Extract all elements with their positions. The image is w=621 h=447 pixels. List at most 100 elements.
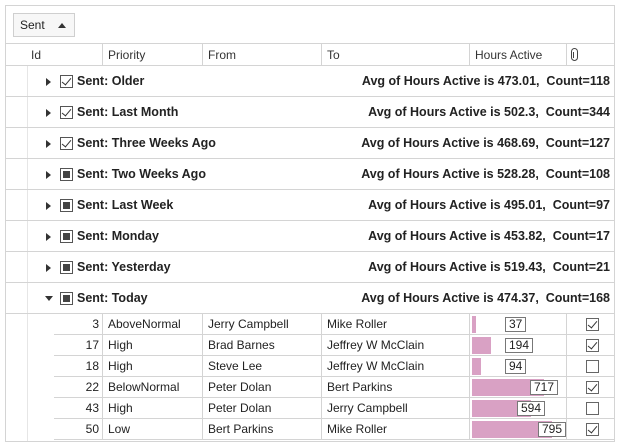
group-chip-label: Sent (20, 18, 45, 32)
group-row[interactable]: Sent: Yesterday Avg of Hours Active is 51… (6, 252, 614, 283)
table-row[interactable]: 3 AboveNormal Jerry Campbell Mike Roller 37 (54, 314, 614, 335)
group-row[interactable]: Sent: Older Avg of Hours Active is 473.01… (6, 66, 614, 97)
column-header-attachment[interactable] (566, 44, 614, 66)
group-checkbox[interactable] (60, 75, 73, 88)
group-label: Sent: Last Month (77, 105, 179, 119)
column-header-id[interactable]: Id (26, 44, 103, 66)
cell-from[interactable]: Steve Lee (202, 356, 321, 376)
attachment-checkbox[interactable] (586, 402, 599, 415)
attachment-checkbox[interactable] (586, 339, 599, 352)
cell-hours-active[interactable]: 594 (469, 398, 566, 418)
group-summary: Avg of Hours Active is 474.37, Count=168 (361, 291, 610, 305)
cell-from[interactable]: Peter Dolan (202, 377, 321, 397)
table-row[interactable]: 18 High Steve Lee Jeffrey W McClain 94 (54, 356, 614, 377)
group-summary: Avg of Hours Active is 473.01, Count=118 (361, 74, 610, 88)
group-row[interactable]: Sent: Three Weeks Ago Avg of Hours Active… (6, 128, 614, 159)
hours-value: 94 (505, 359, 527, 374)
group-row[interactable]: Sent: Today Avg of Hours Active is 474.37… (6, 283, 614, 314)
cell-to[interactable]: Jerry Campbell (321, 398, 469, 418)
column-header-to-label: To (327, 48, 340, 62)
cell-id[interactable]: 18 (54, 356, 102, 376)
expand-arrow-icon[interactable] (46, 78, 51, 86)
group-checkbox[interactable] (60, 261, 73, 274)
group-summary: Avg of Hours Active is 453.82, Count=17 (368, 229, 610, 243)
cell-attachment (566, 377, 614, 397)
table-row[interactable]: 17 High Brad Barnes Jeffrey W McClain 194 (54, 335, 614, 356)
cell-hours-active[interactable]: 717 (469, 377, 566, 397)
group-row[interactable]: Sent: Monday Avg of Hours Active is 453.8… (6, 221, 614, 252)
group-checkbox[interactable] (60, 230, 73, 243)
table-row[interactable]: 22 BelowNormal Peter Dolan Bert Parkins 717 (54, 377, 614, 398)
cell-from[interactable]: Jerry Campbell (202, 314, 321, 334)
data-grid: Sent Id Priority From To Hours Active Se… (5, 5, 615, 442)
cell-to[interactable]: Bert Parkins (321, 377, 469, 397)
cell-to[interactable]: Jeffrey W McClain (321, 335, 469, 355)
sort-ascending-icon[interactable] (58, 23, 66, 28)
column-header-from[interactable]: From (202, 44, 321, 66)
paperclip-icon (571, 48, 578, 61)
group-checkbox[interactable] (60, 168, 73, 181)
expand-arrow-icon[interactable] (46, 109, 51, 117)
cell-id[interactable]: 43 (54, 398, 102, 418)
expand-arrow-icon[interactable] (46, 233, 51, 241)
table-row[interactable]: 50 Low Bert Parkins Mike Roller 795 (54, 419, 614, 440)
column-header-row: Id Priority From To Hours Active (6, 44, 614, 66)
column-header-priority[interactable]: Priority (102, 44, 202, 66)
group-row[interactable]: Sent: Two Weeks Ago Avg of Hours Active i… (6, 159, 614, 190)
group-summary: Avg of Hours Active is 495.01, Count=97 (368, 198, 610, 212)
cell-id[interactable]: 50 (54, 419, 102, 439)
column-header-hours-label: Hours Active (475, 48, 543, 62)
cell-to[interactable]: Jeffrey W McClain (321, 356, 469, 376)
cell-attachment (566, 335, 614, 355)
hours-value: 594 (517, 401, 546, 416)
cell-id[interactable]: 17 (54, 335, 102, 355)
cell-hours-active[interactable]: 795 (469, 419, 566, 439)
expand-arrow-icon[interactable] (46, 140, 51, 148)
group-label: Sent: Last Week (77, 198, 174, 212)
group-by-sent-chip[interactable]: Sent (13, 13, 75, 37)
expand-arrow-icon[interactable] (46, 264, 51, 272)
hours-value: 717 (530, 380, 559, 395)
column-header-hours-active[interactable]: Hours Active (469, 44, 566, 66)
cell-hours-active[interactable]: 194 (469, 335, 566, 355)
hours-value: 795 (538, 422, 566, 437)
cell-attachment (566, 314, 614, 334)
group-summary: Avg of Hours Active is 468.69, Count=127 (361, 136, 610, 150)
attachment-checkbox[interactable] (586, 318, 599, 331)
group-checkbox[interactable] (60, 137, 73, 150)
group-checkbox[interactable] (60, 199, 73, 212)
column-header-from-label: From (208, 48, 236, 62)
expand-arrow-icon[interactable] (46, 202, 51, 210)
cell-to[interactable]: Mike Roller (321, 419, 469, 439)
cell-to[interactable]: Mike Roller (321, 314, 469, 334)
cell-hours-active[interactable]: 37 (469, 314, 566, 334)
expand-arrow-icon[interactable] (46, 171, 51, 179)
group-label: Sent: Yesterday (77, 260, 171, 274)
cell-priority[interactable]: High (102, 398, 202, 418)
cell-id[interactable]: 3 (54, 314, 102, 334)
group-row[interactable]: Sent: Last Week Avg of Hours Active is 49… (6, 190, 614, 221)
collapse-arrow-icon[interactable] (45, 296, 53, 301)
cell-id[interactable]: 22 (54, 377, 102, 397)
cell-priority[interactable]: Low (102, 419, 202, 439)
cell-hours-active[interactable]: 94 (469, 356, 566, 376)
group-checkbox[interactable] (60, 292, 73, 305)
cell-from[interactable]: Bert Parkins (202, 419, 321, 439)
cell-from[interactable]: Peter Dolan (202, 398, 321, 418)
group-row[interactable]: Sent: Last Month Avg of Hours Active is 5… (6, 97, 614, 128)
group-summary: Avg of Hours Active is 519.43, Count=21 (368, 260, 610, 274)
attachment-checkbox[interactable] (586, 381, 599, 394)
column-header-to[interactable]: To (321, 44, 469, 66)
hours-value: 37 (505, 317, 527, 332)
cell-from[interactable]: Brad Barnes (202, 335, 321, 355)
table-row[interactable]: 43 High Peter Dolan Jerry Campbell 594 (54, 398, 614, 419)
group-summary: Avg of Hours Active is 528.28, Count=108 (361, 167, 610, 181)
cell-priority[interactable]: High (102, 335, 202, 355)
group-checkbox[interactable] (60, 106, 73, 119)
group-label: Sent: Older (77, 74, 145, 88)
attachment-checkbox[interactable] (586, 423, 599, 436)
cell-priority[interactable]: BelowNormal (102, 377, 202, 397)
attachment-checkbox[interactable] (586, 360, 599, 373)
cell-priority[interactable]: High (102, 356, 202, 376)
cell-priority[interactable]: AboveNormal (102, 314, 202, 334)
